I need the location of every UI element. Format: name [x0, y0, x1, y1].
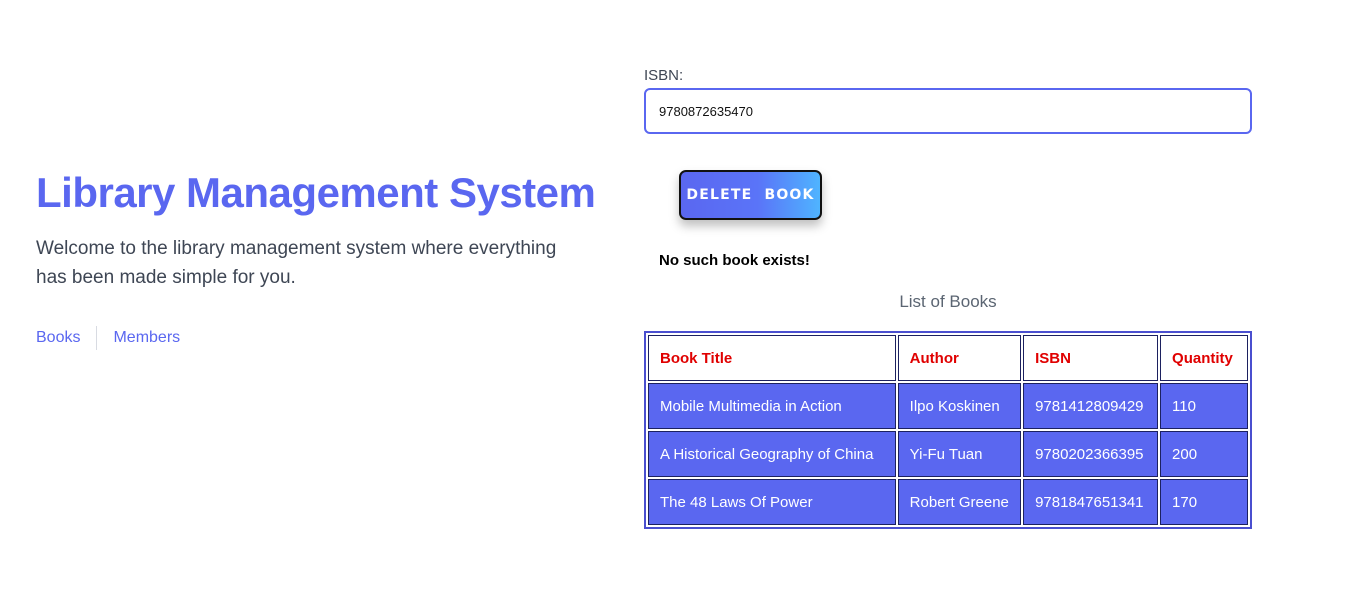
cell-isbn: 9781847651341: [1023, 479, 1159, 525]
table-row: The 48 Laws Of Power Robert Greene 97818…: [648, 479, 1248, 525]
table-row: Mobile Multimedia in Action Ilpo Koskine…: [648, 383, 1248, 429]
welcome-text: Welcome to the library management system…: [36, 238, 557, 288]
column-header: Author: [897, 335, 1022, 381]
delete-book-panel: ISBN: DELETE BOOK No such book exists! L…: [644, 66, 1252, 529]
cell-title: The 48 Laws Of Power: [648, 479, 896, 525]
cell-quantity: 110: [1160, 383, 1248, 429]
cell-author: Yi-Fu Tuan: [897, 431, 1022, 477]
cell-title: A Historical Geography of China: [648, 431, 896, 477]
cell-quantity: 170: [1160, 479, 1248, 525]
books-table: Book Title Author ISBN Quantity Mobile M…: [644, 331, 1252, 529]
cell-title: Mobile Multimedia in Action: [648, 383, 896, 429]
page-title: Library Management System: [36, 169, 596, 216]
cell-author: Robert Greene: [897, 479, 1022, 525]
delete-book-button[interactable]: DELETE BOOK: [679, 170, 822, 220]
isbn-input[interactable]: [644, 88, 1252, 134]
column-header: ISBN: [1023, 335, 1159, 381]
isbn-label: ISBN:: [644, 67, 684, 84]
cell-isbn: 9780202366395: [1023, 431, 1159, 477]
table-header-row: Book Title Author ISBN Quantity: [648, 335, 1248, 381]
cell-isbn: 9781412809429: [1023, 383, 1159, 429]
intro-panel: Library Management System Welcome to the…: [36, 162, 596, 350]
table-row: A Historical Geography of China Yi-Fu Tu…: [648, 431, 1248, 477]
cell-quantity: 200: [1160, 431, 1248, 477]
nav-divider: [96, 326, 98, 350]
column-header: Book Title: [648, 335, 896, 381]
status-message: No such book exists!: [659, 252, 810, 269]
nav-books-link[interactable]: Books: [36, 329, 80, 347]
main-nav: Books Members: [36, 326, 596, 350]
nav-members-link[interactable]: Members: [113, 329, 180, 347]
books-list-caption: List of Books: [899, 292, 997, 311]
cell-author: Ilpo Koskinen: [897, 383, 1022, 429]
column-header: Quantity: [1160, 335, 1248, 381]
